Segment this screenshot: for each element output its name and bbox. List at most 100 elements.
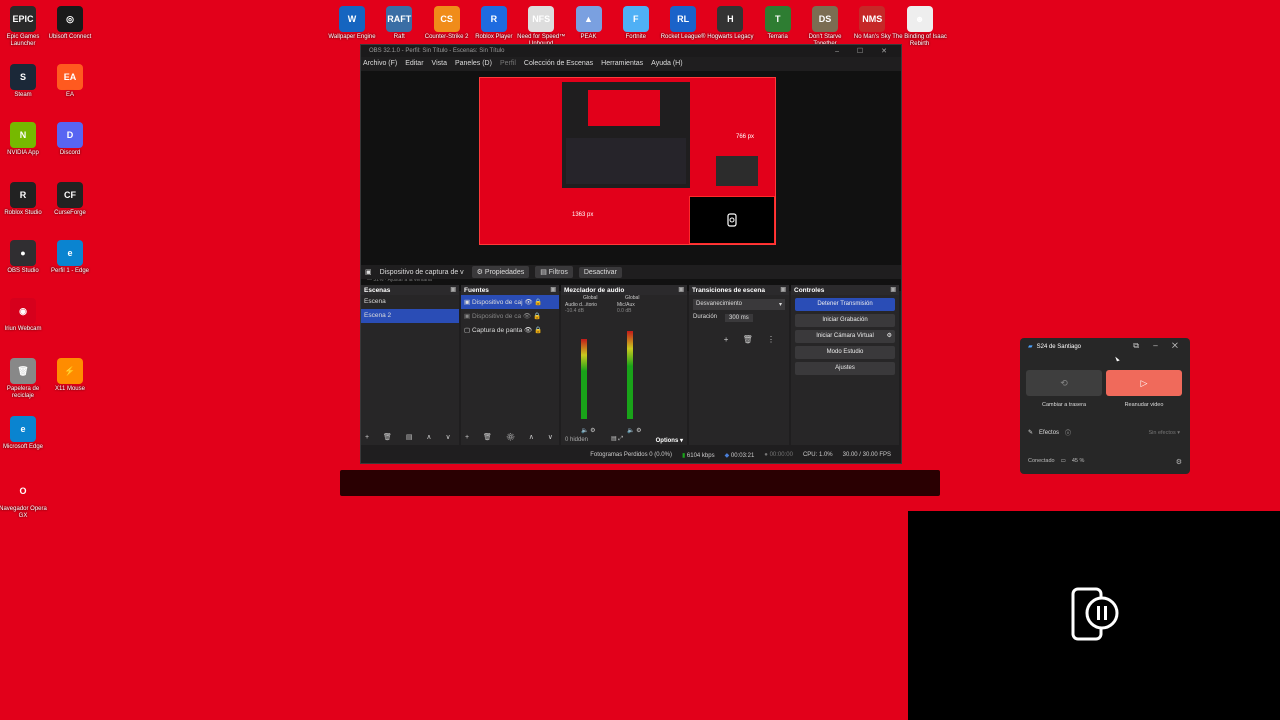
desktop-icon-label: Discord [59,150,81,156]
menu-editar[interactable]: Editar [405,60,423,71]
desktop-icon[interactable]: ☻ The Binding of Isaac Rebirth [892,6,948,48]
menu-paneles[interactable]: Paneles (D) [455,60,492,71]
app-icon: S [10,64,36,90]
gear-icon[interactable]: ⚙ [887,330,892,343]
desktop-icon[interactable]: ◎ Ubisoft Connect [42,6,98,41]
scene-item-selected[interactable]: Escena 2 [361,309,459,323]
sources-toolbar[interactable]: + 🗑 ⚙ ∧ ∨ [465,433,559,441]
duration-input[interactable]: 300 ms [725,314,753,322]
desktop-icon[interactable]: EA EA [42,64,98,99]
desktop-icon-label: Ubisoft Connect [48,34,92,40]
info-icon[interactable]: ⓘ [1065,428,1071,437]
transition-select[interactable]: Desvanecimiento ▾ [693,299,785,310]
channel-level: 0.0 dB [617,308,632,314]
desktop-icon[interactable]: e Perfil 1 - Edge [42,240,98,275]
source-item[interactable]: ▣ Dispositivo de caj 👁 🔒 [461,295,559,309]
menu-herramientas[interactable]: Herramientas [601,60,643,71]
channel-mute-icon[interactable]: 🔈 ⚙ [627,427,642,434]
dock-undock-icon[interactable]: ▣ [450,286,456,293]
desktop-icon[interactable]: ◉ Iriun Webcam [0,298,51,333]
desktop-icon-label: X11 Mouse [55,386,85,392]
cpu-usage: CPU: 1.0% [802,452,833,458]
desktop-icon[interactable]: CF CurseForge [42,182,98,217]
channel-level: -10.4 dB [565,308,584,314]
rec-time-value: 00:00:00 [769,452,793,458]
start-virtual-camera-button[interactable]: Iniciar Cámara Virtual ⚙ [795,330,895,343]
preview-canvas: 1363 px 766 px [479,77,776,245]
height-measure: 766 px [736,134,755,140]
dock-undock-icon[interactable]: ▣ [550,286,556,293]
mixer-channel: Global Audio d...itorio -10.4 dB [565,295,597,314]
obs-docks: Escenas ▣ Escena Escena 2 + 🗑 ▤ ∧ ∨ Fuent… [361,285,901,445]
filters-button[interactable]: ▤ Filtros [535,266,573,278]
rec-time: ● 00:00:00 [764,452,793,458]
desktop-icon-label: Iriun Webcam [4,326,42,332]
desktop-icon[interactable]: O Navegador Opera GX [0,478,51,520]
mixer-toolbar[interactable]: ▤ ⤢ [611,435,623,443]
channel-mute-icon[interactable]: 🔈 ⚙ [581,427,596,434]
battery-icon: ▭ [1060,458,1066,464]
app-icon: ◉ [10,298,36,324]
resume-video-button[interactable]: ▷ [1106,370,1182,396]
dock-undock-icon[interactable]: ▣ [678,286,684,293]
resume-icon: ▷ [1140,377,1148,388]
mixer-options-button[interactable]: Options ▾ [656,437,683,444]
phone-window-controls[interactable]: ⧉ – ✕ [1133,341,1184,351]
effects-icon: ✎ [1028,430,1034,436]
filters-label: Filtros [548,269,568,276]
dock-undock-icon[interactable]: ▣ [890,286,896,293]
transition-type: Desvanecimiento [696,301,743,307]
properties-button[interactable]: ⚙ Propiedades [471,266,530,278]
obs-title: OBS 32.1.0 - Perfil: Sin Título - Escena… [369,48,505,54]
app-icon: F [622,6,649,32]
width-measure: 1363 px [572,212,594,218]
source-item[interactable]: ▢ Captura de panta 👁 🔒 [461,323,559,337]
desktop-icon[interactable]: ⚡ X11 Mouse [42,358,98,393]
menu-vista[interactable]: Vista [432,60,447,71]
desktop-icon[interactable]: D Discord [42,122,98,157]
switch-camera-button[interactable]: ⟲ [1026,370,1102,396]
app-icon: DS [812,6,838,32]
scene-item[interactable]: Escena [361,295,459,309]
start-recording-button[interactable]: Iniciar Grabación [795,314,895,327]
stop-streaming-button[interactable]: Detener Transmisión [795,298,895,311]
effects-row: ✎ Efectos ⓘ Sin efectos ▾ [1028,428,1180,438]
paused-camera-icon [1071,587,1119,641]
gear-icon[interactable]: ⚙ [1176,458,1182,466]
phone-camera-window: ▰ S24 de Santiago ⧉ – ✕ ⟲ ▷ Cambiar a tr… [1020,338,1190,474]
transition-duration: Duración 300 ms [693,314,785,322]
stream-icon: ◆ [724,452,730,459]
phone-status: Conectado ▭ 45 % ⚙ [1028,458,1182,466]
desktop-icon[interactable]: e Microsoft Edge [0,416,51,451]
scenes-toolbar[interactable]: + 🗑 ▤ ∧ ∨ [365,433,457,441]
settings-button[interactable]: Ajustes [795,362,895,375]
bitrate-value: 6104 kbps [686,452,715,459]
menu-ayuda[interactable]: Ayuda (H) [651,60,682,71]
screen-shadow-band [340,470,940,496]
app-icon: EA [57,64,83,90]
app-icon: CF [57,182,83,208]
camera-source-box [689,196,775,244]
mixer-channel: Global Mic/Aux 0.0 dB [617,295,639,314]
studio-mode-button[interactable]: Modo Estudio [795,346,895,359]
app-icon: D [57,122,83,148]
duration-label: Duración [693,314,718,320]
menu-archivo[interactable]: Archivo (F) [363,60,397,71]
deactivate-button[interactable]: Desactivar [578,266,622,278]
scenes-title: Escenas [364,287,391,294]
app-icon: RL [670,6,697,32]
effects-select[interactable]: Sin efectos ▾ [1148,430,1180,436]
transition-toolbar[interactable]: + 🗑 ⋮ [724,335,781,344]
channel-tag: Global [625,295,640,301]
app-icon: R [480,6,507,32]
mixer-dock: Mezclador de audio ▣ Global Audio d...ito… [561,285,687,445]
obs-window: OBS 32.1.0 - Perfil: Sin Título - Escena… [360,44,902,464]
menu-perfil[interactable]: Perfil [500,60,516,71]
window-controls[interactable]: – ☐ ✕ [835,47,895,55]
transitions-dock: Transiciones de escena ▣ Desvanecimiento ▾… [689,285,789,445]
sources-title: Fuentes [464,287,489,294]
obs-preview[interactable]: 1363 px 766 px — 31% · Ajustar a la vent… [361,71,901,291]
menu-coleccion[interactable]: Colección de Escenas [524,60,593,71]
source-item[interactable]: ▣ Dispositivo de ca 👁 🔒 [461,309,559,323]
dock-undock-icon[interactable]: ▣ [780,286,786,293]
